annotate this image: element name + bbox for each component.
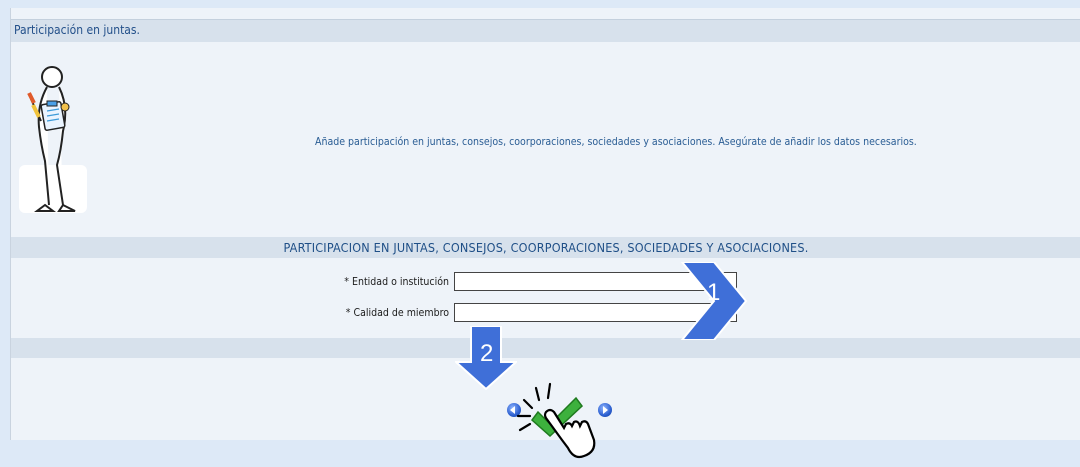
form-title: PARTICIPACION EN JUNTAS, CONSEJOS, COORP… <box>283 240 809 255</box>
info-text: Añade participación en juntas, consejos,… <box>315 136 917 148</box>
membership-label: * Calidad de miembro <box>345 307 449 319</box>
step-2-label: 2 <box>480 340 494 367</box>
form-panel: Participación en juntas. Añade participa… <box>10 8 1080 440</box>
click-hand-icon <box>516 382 596 459</box>
page-title: Participación en juntas. <box>14 23 140 37</box>
step-1-label: 1 <box>707 279 721 306</box>
person-clipboard-icon <box>19 66 87 213</box>
form-header: PARTICIPACION EN JUNTAS, CONSEJOS, COORP… <box>11 237 1080 258</box>
form-footer-bar <box>11 338 1080 358</box>
entity-label: * Entidad o institución <box>344 276 449 288</box>
save-button[interactable] <box>510 382 602 467</box>
section-header: Participación en juntas. <box>11 19 1080 42</box>
